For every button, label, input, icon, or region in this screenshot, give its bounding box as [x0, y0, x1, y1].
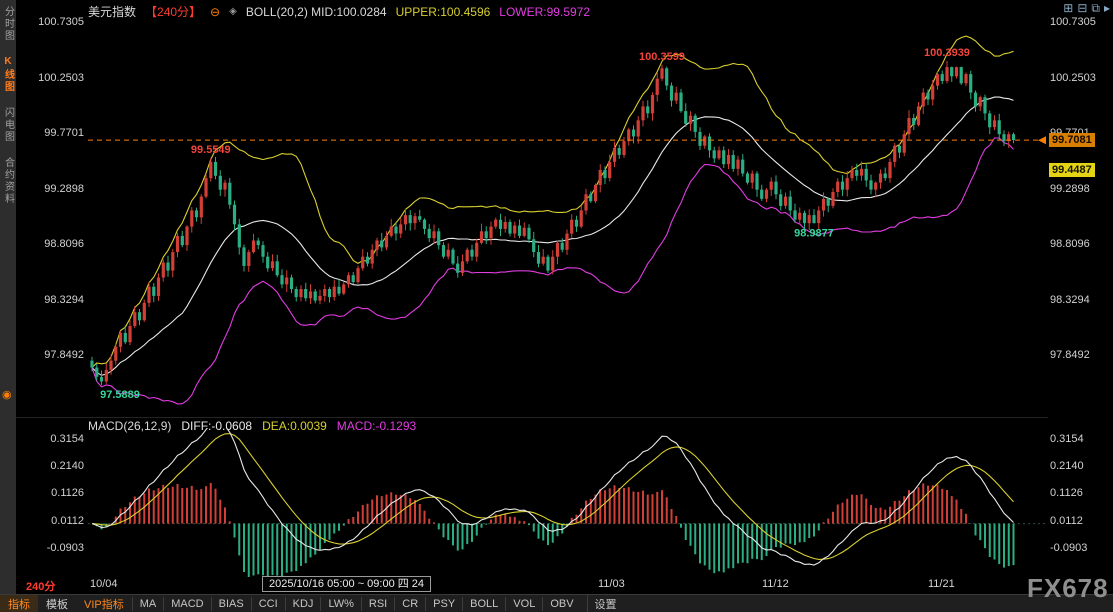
x-axis-row: 240分 2025/10/16 05:00 ~ 09:00 四 24 10/04… [0, 576, 1113, 594]
indicator-buttons: MAMACDBIASCCIKDJLW%RSICRPSYBOLLVOLOBV [132, 597, 581, 611]
svg-text:99.5549: 99.5549 [191, 144, 231, 156]
selection-tooltip: 2025/10/16 05:00 ~ 09:00 四 24 [262, 576, 431, 592]
axis-label: 97.8492 [44, 349, 84, 361]
svg-text:97.5889: 97.5889 [100, 389, 140, 401]
sidebar-tab-kline-chart[interactable]: K线图 [1, 56, 16, 93]
indicator-button-vol[interactable]: VOL [505, 597, 542, 611]
expand-panel-icon[interactable]: ▸ [1104, 2, 1110, 14]
indicator-button-lw[interactable]: LW% [320, 597, 360, 611]
sidebar: 分时图 K线图闪电图合约资料 [0, 0, 16, 594]
split-panel-icon[interactable]: ⊟ [1077, 2, 1087, 14]
watermark: FX678 [1027, 573, 1109, 604]
axis-label: 100.7305 [1050, 16, 1096, 28]
indicator-button-cci[interactable]: CCI [251, 597, 285, 611]
indicator-diamond-icon: ◈ [229, 6, 237, 17]
secondary-price-box: 99.4487 [1049, 163, 1095, 177]
macd-diff-value: DIFF:-0.0608 [181, 419, 252, 433]
axis-label: 98.8096 [44, 238, 84, 250]
right-price-axis: 100.7305100.250399.770199.289898.809698.… [1050, 0, 1112, 594]
indicator-button-rsi[interactable]: RSI [361, 597, 394, 611]
axis-label: -0.0903 [47, 542, 84, 554]
axis-label: 98.8096 [1050, 238, 1090, 250]
left-price-axis: 100.7305 100.2503 99.7701 99.2898 98.8096 98.… [18, 0, 84, 594]
current-price-box: 99.7081 [1049, 133, 1095, 147]
boll-mid-label: BOLL(20,2) MID:100.0284 [246, 5, 387, 19]
macd-label: MACD(26,12,9) [88, 419, 171, 433]
svg-text:100.3939: 100.3939 [924, 47, 970, 59]
axis-label: 99.2898 [1050, 183, 1090, 195]
x-axis-date: 11/03 [598, 578, 625, 590]
axis-label: -0.0903 [1050, 542, 1087, 554]
chart-canvas[interactable]: 99.5549 100.3599 100.3939 98.9877 97.5889 [0, 0, 1113, 612]
axis-label: 99.2898 [44, 183, 84, 195]
indicator-button-kdj[interactable]: KDJ [285, 597, 321, 611]
axis-label: 100.2503 [1050, 72, 1096, 84]
macd-header: MACD(26,12,9) DIFF:-0.0608 DEA:0.0039 MA… [88, 419, 416, 433]
indicator-button-cr[interactable]: CR [394, 597, 425, 611]
settings-button[interactable]: 设置 [587, 595, 624, 612]
boll-upper-label: UPPER:100.4596 [396, 5, 491, 19]
axis-label: 100.2503 [38, 72, 84, 84]
indicator-button-psy[interactable]: PSY [425, 597, 462, 611]
toolbar-tab-vip-indicators[interactable]: VIP指标 [76, 595, 132, 612]
bottom-toolbar: 指标模板VIP指标MAMACDBIASCCIKDJLW%RSICRPSYBOLL… [0, 594, 1113, 612]
macd-hist-value: MACD:-0.1293 [337, 419, 416, 433]
axis-label: 100.7305 [38, 16, 84, 28]
window-controls: ⊞ ⊟ ⧉ ▸ [1063, 2, 1110, 14]
symbol-title: 美元指数 [88, 3, 136, 20]
indicator-button-ma[interactable]: MA [132, 597, 164, 611]
sidebar-tab-contract-info[interactable]: 合约资料 [1, 157, 16, 205]
sidebar-tab-time-chart[interactable]: 分时图 [1, 6, 16, 42]
x-axis-date: 11/21 [928, 578, 955, 590]
new-panel-icon[interactable]: ⊞ [1063, 2, 1073, 14]
chart-header: 美元指数 【240分】 ⊖ ◈ BOLL(20,2) MID:100.0284 … [88, 3, 590, 20]
axis-label: 0.0112 [1050, 515, 1083, 527]
macd-dea-value: DEA:0.0039 [262, 419, 327, 433]
collapse-indicator-icon[interactable]: ⊖ [210, 5, 220, 19]
axis-label: 0.3154 [50, 433, 84, 445]
period-label[interactable]: 【240分】 [145, 3, 201, 20]
axis-label: 0.1126 [51, 487, 84, 499]
toolbar-tab-indicators[interactable]: 指标 [0, 595, 38, 612]
axis-label: 98.3294 [1050, 294, 1090, 306]
axis-label: 0.2140 [50, 460, 84, 472]
sidebar-marker-icon[interactable]: ◉ [2, 388, 12, 401]
indicator-button-bias[interactable]: BIAS [211, 597, 251, 611]
toolbar-tab-templates[interactable]: 模板 [38, 595, 76, 612]
period-button[interactable]: 240分 [26, 578, 55, 594]
axis-label: 97.8492 [1050, 349, 1090, 361]
axis-label: 0.2140 [1050, 460, 1084, 472]
sidebar-tab-lightning-chart[interactable]: 闪电图 [1, 107, 16, 143]
axis-label: 0.3154 [1050, 433, 1084, 445]
axis-label: 98.3294 [44, 294, 84, 306]
x-axis-date: 10/04 [90, 578, 118, 590]
svg-text:98.9877: 98.9877 [794, 227, 834, 239]
axis-label: 99.7701 [44, 127, 84, 139]
indicator-button-obv[interactable]: OBV [542, 597, 580, 611]
axis-label: 0.1126 [1050, 487, 1083, 499]
grid-panel-icon[interactable]: ⧉ [1091, 2, 1100, 14]
chart-application: 99.5549 100.3599 100.3939 98.9877 97.5889 分时… [0, 0, 1113, 612]
boll-lower-label: LOWER:99.5972 [499, 5, 590, 19]
x-axis-date: 11/12 [762, 578, 789, 590]
indicator-button-macd[interactable]: MACD [163, 597, 210, 611]
svg-text:100.3599: 100.3599 [639, 51, 685, 63]
axis-label: 0.0112 [51, 515, 84, 527]
indicator-button-boll[interactable]: BOLL [462, 597, 505, 611]
